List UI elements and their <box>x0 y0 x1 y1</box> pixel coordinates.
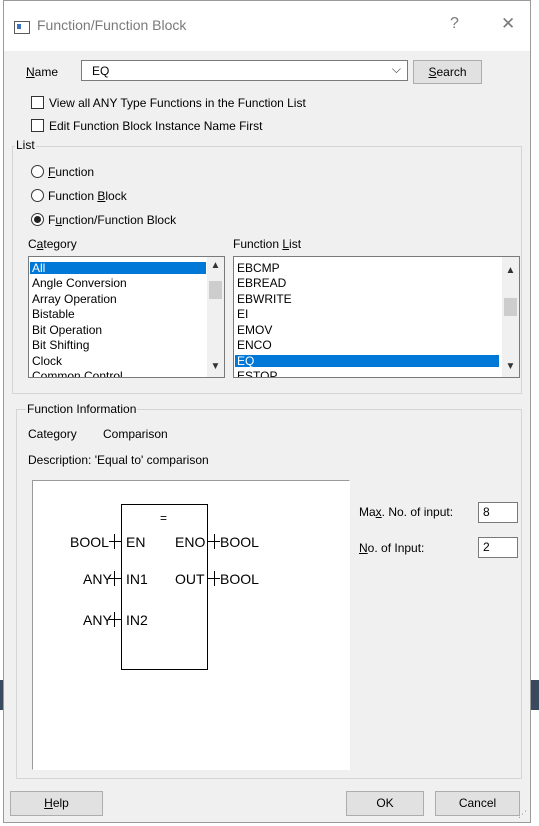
scroll-thumb[interactable] <box>504 298 517 316</box>
input-type: BOOL <box>70 534 109 550</box>
list-item[interactable]: EQ <box>235 355 499 367</box>
category-info-label: Category <box>28 427 77 441</box>
category-info-value: Comparison <box>103 427 168 441</box>
name-label: Name <box>26 65 59 79</box>
function-list-label: Function List <box>233 237 302 251</box>
input-tick <box>114 571 115 586</box>
close-icon[interactable]: ✕ <box>501 14 515 34</box>
name-combobox[interactable]: EQ ⌵ <box>81 60 408 81</box>
name-value: EQ <box>92 64 110 78</box>
list-item[interactable]: EBWRITE <box>235 293 292 305</box>
input-tick <box>114 612 115 627</box>
input-type: ANY <box>83 612 112 628</box>
list-item[interactable]: ENCO <box>235 339 272 351</box>
list-item[interactable]: Angle Conversion <box>30 277 127 289</box>
output-type: BOOL <box>220 534 259 550</box>
output-tick <box>214 534 215 549</box>
block-symbol: = <box>160 511 168 525</box>
ok-button[interactable]: OK <box>346 791 424 816</box>
search-button[interactable]: Search <box>413 60 482 84</box>
resize-grip-icon[interactable]: ⋰ <box>518 809 527 820</box>
function-block-diagram: = BOOL EN ANY IN1 ANY IN2 ENO BOOL OUT B… <box>32 480 350 770</box>
category-scrollbar[interactable]: ▲ ▼ <box>207 257 224 377</box>
output-type: BOOL <box>220 571 259 587</box>
block-box <box>121 504 208 670</box>
radio-function-and-block-label: Function/Function Block <box>48 213 177 227</box>
list-item[interactable]: Bit Shifting <box>30 339 89 351</box>
input-pin: IN2 <box>126 612 148 628</box>
list-item[interactable]: EI <box>235 308 248 320</box>
radio-function-label: Function <box>48 165 95 179</box>
list-item[interactable]: EBREAD <box>235 277 286 289</box>
window-icon <box>14 21 30 34</box>
num-inputs-label: No. of Input: <box>359 541 425 555</box>
function-info-title: Function Information <box>26 402 138 416</box>
input-wire <box>109 619 121 620</box>
input-pin: EN <box>126 534 146 550</box>
list-item[interactable]: Bit Operation <box>30 324 102 336</box>
title-bar[interactable]: Function/Function Block ? ✕ <box>4 1 530 51</box>
list-item[interactable]: All <box>30 262 206 274</box>
edit-fb-first-checkbox[interactable] <box>31 119 44 132</box>
output-pin: ENO <box>175 534 206 550</box>
output-tick <box>214 571 215 586</box>
category-label: Category <box>28 237 77 251</box>
list-item[interactable]: Array Operation <box>30 293 117 305</box>
max-inputs-label: Max. No. of input: <box>359 505 454 519</box>
num-inputs-field[interactable]: 2 <box>478 537 518 558</box>
cancel-button[interactable]: Cancel <box>435 791 520 816</box>
output-pin: OUT <box>175 571 205 587</box>
help-icon[interactable]: ? <box>450 15 459 33</box>
input-wire <box>109 578 121 579</box>
radio-function[interactable] <box>31 165 44 178</box>
edit-fb-first-label: Edit Function Block Instance Name First <box>49 119 263 133</box>
function-scrollbar[interactable]: ▲ ▼ <box>502 257 519 377</box>
scroll-thumb[interactable] <box>209 281 222 299</box>
description-text: Description: 'Equal to' comparison <box>28 453 209 467</box>
scroll-up-icon[interactable]: ▲ <box>207 260 224 271</box>
input-tick <box>114 534 115 549</box>
radio-function-block-label: Function Block <box>48 189 127 203</box>
input-type: ANY <box>83 571 112 587</box>
list-item[interactable]: Common Control <box>30 370 123 377</box>
list-item[interactable]: EBCMP <box>235 262 280 274</box>
dialog-title: Function/Function Block <box>37 17 187 33</box>
function-listbox[interactable]: EBCMP EBREAD EBWRITE EI EMOV ENCO EQ EST… <box>233 256 520 378</box>
scroll-up-icon[interactable]: ▲ <box>502 265 519 276</box>
input-wire <box>109 541 121 542</box>
view-all-any-checkbox[interactable] <box>31 96 44 109</box>
scroll-down-icon[interactable]: ▼ <box>207 361 224 372</box>
input-pin: IN1 <box>126 571 148 587</box>
radio-function-and-block[interactable] <box>31 213 44 226</box>
category-listbox[interactable]: All Angle Conversion Array Operation Bis… <box>28 256 225 378</box>
list-group-title: List <box>15 138 36 152</box>
scroll-down-icon[interactable]: ▼ <box>502 361 519 372</box>
function-dialog: Function/Function Block ? ✕ Name EQ ⌵ Se… <box>3 0 531 823</box>
list-item[interactable]: EMOV <box>235 324 272 336</box>
max-inputs-field: 8 <box>478 502 518 523</box>
list-item[interactable]: ESTOP <box>235 370 277 377</box>
radio-function-block[interactable] <box>31 189 44 202</box>
chevron-down-icon[interactable]: ⌵ <box>392 62 401 77</box>
list-item[interactable]: Bistable <box>30 308 75 320</box>
list-item[interactable]: Clock <box>30 355 62 367</box>
view-all-any-label: View all ANY Type Functions in the Funct… <box>49 96 306 110</box>
help-button[interactable]: Help <box>10 791 103 816</box>
